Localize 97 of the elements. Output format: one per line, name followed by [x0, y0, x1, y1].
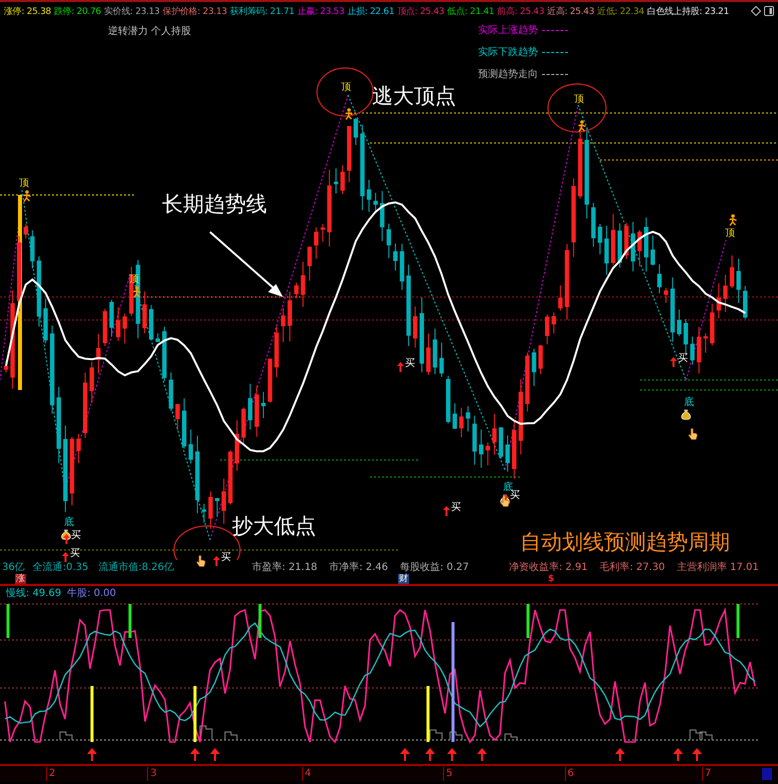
- highlight-circle: [547, 83, 607, 133]
- buy-marker-label: 买: [451, 502, 461, 513]
- chart-subtitle: 逆转潜力 个人持股: [108, 24, 192, 38]
- signal-bar: [194, 686, 196, 742]
- time-axis-label: 4: [302, 767, 312, 781]
- panel-toggle-icon[interactable]: [764, 6, 774, 16]
- fundamental-stat: 全流通:0.35: [32, 560, 88, 574]
- bottom-marker-label: 底: [64, 517, 74, 528]
- fundamental-stat: 净资收益率: 2.91: [508, 560, 588, 574]
- legend-label: 实际上涨趋势: [478, 24, 538, 37]
- header-stat: 顶点: 25.43: [397, 6, 444, 18]
- buy-marker-label: 买: [221, 552, 231, 563]
- header-stat: 保护价格: 23.13: [162, 6, 227, 18]
- running-person-icon: [728, 214, 738, 226]
- hand-cursor-icon: [196, 555, 206, 567]
- buy-marker-label: 买: [70, 548, 80, 559]
- header-stat: 白色线上持股: 23.21: [647, 6, 729, 18]
- top-marker-label: 顶: [19, 178, 29, 189]
- up-arrow-icon: [213, 556, 220, 566]
- bottom-marker-label: 底: [503, 482, 513, 493]
- up-arrow-icon: [397, 362, 404, 372]
- highlight-circle: [316, 67, 374, 117]
- signal-bar: [736, 604, 740, 638]
- top-marker-label: 顶: [341, 82, 351, 93]
- header-stat: 获利筹码: 21.71: [230, 6, 294, 18]
- volume-step: [450, 732, 462, 740]
- volume-step: [224, 732, 238, 740]
- header-stat: 低点: 21.41: [447, 6, 494, 18]
- up-arrow-icon: [615, 748, 625, 761]
- finance-badge[interactable]: 财: [398, 574, 409, 584]
- buy-marker-label: 买: [405, 358, 415, 369]
- dollar-badge[interactable]: $: [547, 574, 556, 584]
- signal-bar: [128, 604, 132, 638]
- running-person-icon: [22, 190, 32, 202]
- up-arrow-icon: [425, 748, 435, 761]
- volume-step: [690, 730, 702, 740]
- top-marker-label: 顶: [129, 274, 139, 285]
- fundamental-stat: 每股收益: 0.27: [400, 561, 469, 574]
- time-axis-label: 6: [564, 767, 574, 781]
- up-arrow-icon: [190, 748, 200, 761]
- fundamental-stat: 流通市值:8.26亿: [98, 560, 174, 574]
- signal-bar: [526, 604, 530, 638]
- buy-marker-label: 买: [71, 530, 81, 541]
- chart-annotation: 自动划线预测趋势周期: [520, 529, 730, 556]
- up-arrow-icon: [87, 748, 97, 761]
- legend-label: 预测趋势走向: [478, 68, 538, 81]
- bottom-marker-label: 底: [684, 397, 694, 408]
- time-axis-label: 5: [443, 767, 452, 781]
- time-axis-label: 7: [702, 767, 712, 781]
- buy-marker-label: 买: [510, 490, 520, 501]
- volume-step: [60, 732, 72, 740]
- up-arrow-icon: [477, 748, 487, 761]
- up-arrow-icon: [670, 357, 677, 367]
- fundamental-stat: 主营利润率 17.01: [676, 560, 759, 574]
- header-stat: 实价线: 23.13: [104, 6, 160, 18]
- header-stat: 近高: 25.43: [547, 6, 594, 18]
- header-stat: 止赢: 23.53: [297, 6, 344, 18]
- chart-annotation: 逃大顶点: [372, 83, 456, 110]
- volume-step: [200, 726, 212, 740]
- up-arrow-icon: [692, 748, 702, 761]
- top-marker-label: 顶: [574, 94, 584, 105]
- money-bag-icon: [681, 409, 691, 420]
- running-person-icon: [577, 120, 587, 132]
- fundamental-stat: 市净率: 2.46: [329, 560, 388, 574]
- chart-annotation: 抄大低点: [232, 513, 316, 540]
- volume-step: [700, 732, 712, 740]
- rise-badge[interactable]: 涨: [15, 574, 26, 584]
- time-axis-label: 2: [46, 767, 56, 781]
- header-stat: 涨停: 25.38: [4, 6, 51, 18]
- chart-annotation: 长期趋势线: [162, 191, 267, 218]
- header-stat: 止损: 22.61: [347, 6, 394, 18]
- diamond-icon[interactable]: [751, 6, 761, 16]
- legend-label: 实际下跌趋势: [478, 46, 538, 59]
- indicator-reading: 慢线: 49.69: [6, 586, 62, 600]
- header-stat: 跌停: 20.76: [54, 6, 101, 18]
- header-stat: 近低: 22.34: [597, 6, 644, 18]
- fundamental-stat: 毛利率: 27.30: [600, 560, 665, 574]
- signal-bar: [258, 604, 262, 638]
- up-arrow-icon: [673, 748, 683, 761]
- fundamental-stat: 36亿: [2, 561, 25, 574]
- fundamental-stat: 市盈率: 21.18: [252, 560, 318, 574]
- running-person-icon: [344, 108, 354, 120]
- up-arrow-icon: [210, 748, 220, 761]
- volume-step: [504, 734, 518, 740]
- top-marker-label: 顶: [725, 228, 735, 239]
- signal-bar: [90, 686, 94, 742]
- header-stat: 前高: 25.43: [497, 6, 544, 18]
- hand-cursor-icon: [688, 428, 698, 440]
- time-axis-label: 3: [147, 767, 157, 781]
- indicator-reading: 牛股: 0.00: [67, 586, 116, 600]
- signal-bar: [426, 686, 430, 742]
- up-arrow-icon: [447, 748, 457, 761]
- buy-marker-label: 买: [678, 353, 688, 364]
- up-arrow-icon: [400, 748, 410, 761]
- up-arrow-icon: [443, 506, 450, 516]
- signal-bar: [6, 604, 10, 638]
- volume-step: [430, 730, 442, 740]
